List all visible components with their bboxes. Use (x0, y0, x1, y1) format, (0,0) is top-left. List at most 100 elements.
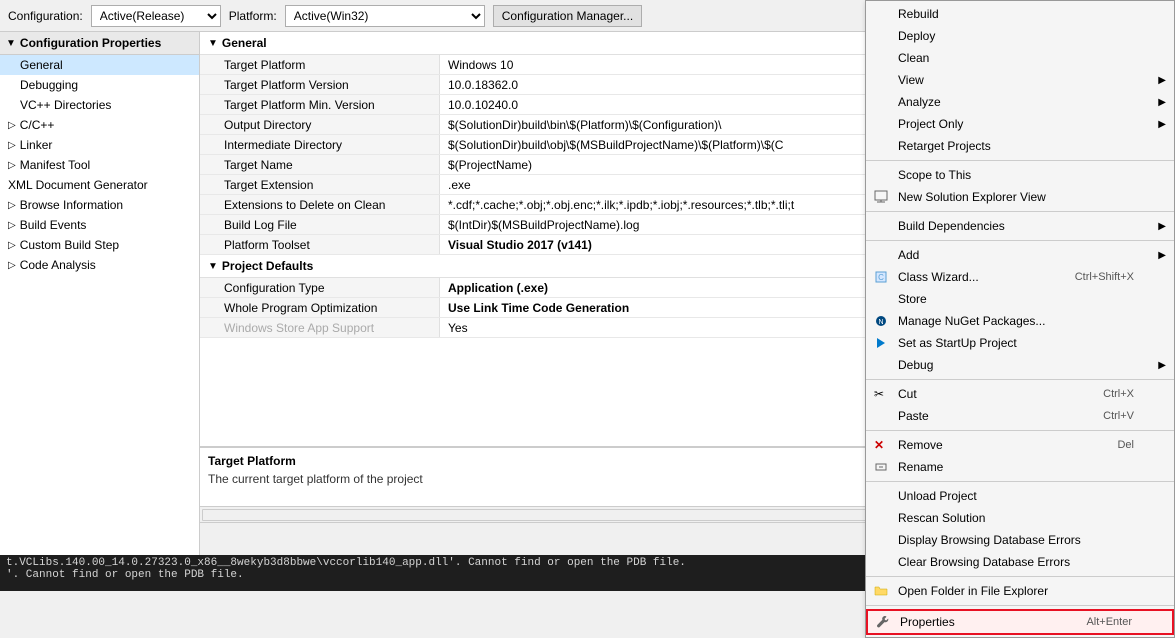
ctx-debug[interactable]: Debug (866, 354, 1174, 376)
ctx-project-only[interactable]: Project Only (866, 113, 1174, 135)
ctx-sep-3 (866, 240, 1174, 241)
ctx-rebuild[interactable]: Rebuild (866, 3, 1174, 25)
ctx-analyze-label: Analyze (898, 95, 941, 109)
rename-icon (874, 460, 888, 474)
ctx-add[interactable]: Add (866, 244, 1174, 266)
ctx-view-label: View (898, 73, 924, 87)
ctx-properties-shortcut: Alt+Enter (1086, 616, 1152, 628)
ctx-build-deps[interactable]: Build Dependencies (866, 215, 1174, 237)
config-label: Configuration: (8, 9, 83, 23)
ctx-class-wizard-shortcut: Ctrl+Shift+X (1075, 271, 1154, 283)
ctx-new-solution-view[interactable]: New Solution Explorer View (866, 186, 1174, 208)
sidebar-item-debugging[interactable]: Debugging (0, 75, 199, 95)
ctx-rebuild-label: Rebuild (898, 7, 939, 21)
folder-icon (874, 584, 888, 598)
sidebar-item-code-analysis[interactable]: ▷Code Analysis (0, 255, 199, 275)
ctx-open-folder-label: Open Folder in File Explorer (898, 584, 1048, 598)
ctx-remove[interactable]: ✕ Remove Del (866, 434, 1174, 456)
general-section-arrow: ▼ (208, 38, 218, 49)
ctx-new-solution-view-label: New Solution Explorer View (898, 190, 1046, 204)
nuget-icon: N (874, 314, 888, 328)
ctx-display-browse-errors-label: Display Browsing Database Errors (898, 533, 1081, 547)
prop-name-config-type: Configuration Type (200, 278, 440, 297)
sidebar-item-vc-directories[interactable]: VC++ Directories (0, 95, 199, 115)
ctx-deploy-label: Deploy (898, 29, 935, 43)
sidebar-item-linker[interactable]: ▷Linker (0, 135, 199, 155)
ctx-rescan-label: Rescan Solution (898, 511, 985, 525)
ctx-open-folder[interactable]: Open Folder in File Explorer (866, 580, 1174, 602)
ctx-clear-browse-errors[interactable]: Clear Browsing Database Errors (866, 551, 1174, 573)
ctx-cut-label: Cut (898, 387, 917, 401)
prop-name-ext-delete: Extensions to Delete on Clean (200, 195, 440, 214)
code-analysis-expand-arrow: ▷ (8, 260, 16, 271)
ctx-scope[interactable]: Scope to This (866, 164, 1174, 186)
ctx-sep-1 (866, 160, 1174, 161)
ctx-paste-label: Paste (898, 409, 929, 423)
ctx-add-label: Add (898, 248, 919, 262)
custom-build-expand-arrow: ▷ (8, 240, 16, 251)
browse-expand-arrow: ▷ (8, 200, 16, 211)
ctx-sep-2 (866, 211, 1174, 212)
sidebar-expand-arrow: ▼ (6, 38, 16, 49)
ctx-retarget[interactable]: Retarget Projects (866, 135, 1174, 157)
ctx-sep-5 (866, 430, 1174, 431)
ctx-view[interactable]: View (866, 69, 1174, 91)
sidebar-item-build-events[interactable]: ▷Build Events (0, 215, 199, 235)
ctx-paste[interactable]: Paste Ctrl+V (866, 405, 1174, 427)
linker-expand-arrow: ▷ (8, 140, 16, 151)
ctx-project-only-label: Project Only (898, 117, 963, 131)
ctx-store[interactable]: Store (866, 288, 1174, 310)
platform-select[interactable]: Active(Win32) (285, 5, 485, 27)
sidebar-item-manifest-tool[interactable]: ▷Manifest Tool (0, 155, 199, 175)
config-manager-button[interactable]: Configuration Manager... (493, 5, 642, 27)
ctx-rename[interactable]: Rename (866, 456, 1174, 478)
ctx-class-wizard[interactable]: C Class Wizard... Ctrl+Shift+X (866, 266, 1174, 288)
prop-name-target-ext: Target Extension (200, 175, 440, 194)
ctx-rename-label: Rename (898, 460, 943, 474)
prop-name-platform-toolset: Platform Toolset (200, 235, 440, 254)
ctx-sep-4 (866, 379, 1174, 380)
ctx-analyze[interactable]: Analyze (866, 91, 1174, 113)
ctx-properties[interactable]: Properties Alt+Enter (866, 609, 1174, 635)
prop-name-tp-min-version: Target Platform Min. Version (200, 95, 440, 114)
config-select[interactable]: Active(Release) (91, 5, 221, 27)
ctx-scope-label: Scope to This (898, 168, 971, 182)
ctx-clean[interactable]: Clean (866, 47, 1174, 69)
ctx-clear-browse-errors-label: Clear Browsing Database Errors (898, 555, 1070, 569)
class-wizard-icon: C (874, 270, 888, 284)
ctx-remove-shortcut: Del (1117, 439, 1154, 451)
ctx-nuget[interactable]: N Manage NuGet Packages... (866, 310, 1174, 332)
ctx-build-deps-label: Build Dependencies (898, 219, 1005, 233)
ctx-cut[interactable]: ✂ Cut Ctrl+X (866, 383, 1174, 405)
ctx-cut-shortcut: Ctrl+X (1103, 388, 1154, 400)
cpp-expand-arrow: ▷ (8, 120, 16, 131)
sidebar-item-cpp[interactable]: ▷C/C++ (0, 115, 199, 135)
manifest-expand-arrow: ▷ (8, 160, 16, 171)
ctx-sep-8 (866, 605, 1174, 606)
ctx-unload-label: Unload Project (898, 489, 977, 503)
ctx-paste-shortcut: Ctrl+V (1103, 410, 1154, 422)
prop-name-target-name: Target Name (200, 155, 440, 174)
ctx-display-browse-errors[interactable]: Display Browsing Database Errors (866, 529, 1174, 551)
sidebar-item-general[interactable]: General (0, 55, 199, 75)
ctx-startup[interactable]: Set as StartUp Project (866, 332, 1174, 354)
wrench-icon (876, 615, 890, 629)
sidebar-item-browse-info[interactable]: ▷Browse Information (0, 195, 199, 215)
ctx-store-label: Store (898, 292, 927, 306)
svg-text:C: C (878, 273, 884, 282)
prop-name-intermediate-dir: Intermediate Directory (200, 135, 440, 154)
sidebar: ▼ Configuration Properties General Debug… (0, 32, 200, 555)
prop-name-tp-version: Target Platform Version (200, 75, 440, 94)
prop-name-output-dir: Output Directory (200, 115, 440, 134)
section-project-defaults-label: Project Defaults (222, 259, 313, 273)
sidebar-item-custom-build[interactable]: ▷Custom Build Step (0, 235, 199, 255)
sidebar-item-xml-doc[interactable]: XML Document Generator (0, 175, 199, 195)
ctx-unload[interactable]: Unload Project (866, 485, 1174, 507)
ctx-retarget-label: Retarget Projects (898, 139, 991, 153)
ctx-properties-label: Properties (900, 615, 955, 629)
sidebar-header-label: Configuration Properties (20, 36, 161, 50)
ctx-deploy[interactable]: Deploy (866, 25, 1174, 47)
ctx-nuget-label: Manage NuGet Packages... (898, 314, 1045, 328)
ctx-rescan[interactable]: Rescan Solution (866, 507, 1174, 529)
ctx-sep-6 (866, 481, 1174, 482)
